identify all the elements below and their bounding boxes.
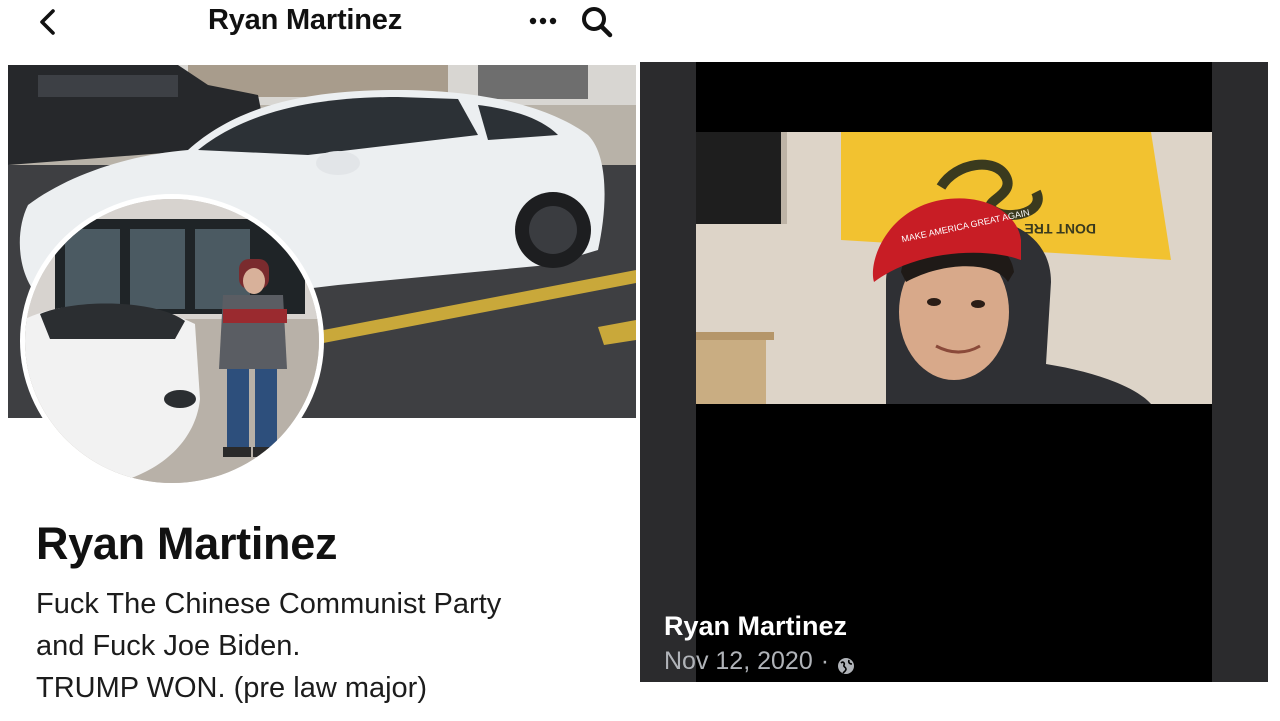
post-photo-image: DONT TRE MAKE AMERICA GREAT AGAIN: [696, 132, 1212, 404]
viewer-left-strip: [640, 62, 696, 682]
meta-separator: ·: [820, 647, 830, 675]
post-date[interactable]: Nov 12, 2020: [664, 647, 813, 676]
profile-name: Ryan Martinez: [36, 518, 338, 569]
avatar: [25, 199, 319, 483]
search-icon: [582, 7, 613, 38]
bio-line-3: TRUMP WON. (pre law major): [36, 672, 427, 704]
post-author[interactable]: Ryan Martinez: [664, 611, 847, 642]
post-meta: Nov 12, 2020 ·: [664, 647, 855, 676]
globe-icon: [837, 653, 855, 674]
more-dots-icon: [529, 17, 557, 25]
post-photo[interactable]: DONT TRE MAKE AMERICA GREAT AGAIN: [696, 132, 1212, 404]
flag-text: DONT TRE: [1024, 221, 1096, 237]
viewer-right-strip: [1212, 62, 1268, 682]
search-button[interactable]: [580, 5, 614, 39]
bio-line-2: and Fuck Joe Biden.: [36, 630, 301, 662]
profile-panel: Ryan Martinez Ryan Martinez Fuck The Chi…: [0, 0, 640, 721]
profile-picture[interactable]: [20, 194, 324, 488]
page-title: Ryan Martinez: [208, 4, 402, 36]
avatar-image: [25, 199, 319, 483]
bio-line-1: Fuck The Chinese Communist Party: [36, 588, 502, 620]
chevron-left-icon: [40, 9, 55, 35]
more-button[interactable]: [528, 12, 558, 30]
photo-viewer: DONT TRE MAKE AMERICA GREAT AGAIN Ryan M…: [640, 62, 1268, 682]
back-button[interactable]: [36, 8, 60, 36]
top-bar: Ryan Martinez: [0, 0, 640, 50]
